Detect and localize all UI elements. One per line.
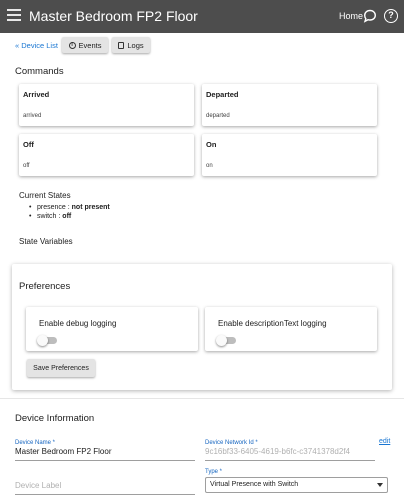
page-title: Master Bedroom FP2 Floor xyxy=(29,8,198,24)
type-label: Type * xyxy=(205,469,223,475)
debug-logging-toggle[interactable] xyxy=(37,335,57,346)
save-preferences-button[interactable]: Save Preferences xyxy=(27,359,95,377)
toggle-knob xyxy=(216,335,227,346)
pref-label: Enable debug logging xyxy=(39,319,117,328)
logs-button-label: Logs xyxy=(127,40,144,50)
device-name-label: Device Name * xyxy=(15,440,56,446)
pref-label: Enable descriptionText logging xyxy=(218,319,327,328)
current-states-list: presence : not present switch : off xyxy=(29,204,110,222)
command-name: On xyxy=(206,140,217,149)
command-departed-card[interactable]: Departed departed xyxy=(202,84,377,126)
command-value: off xyxy=(23,163,30,169)
type-select[interactable]: Virtual Presence with Switch xyxy=(205,477,388,493)
pref-description-logging-card: Enable descriptionText logging xyxy=(205,307,377,351)
top-app-bar: Master Bedroom FP2 Floor Home ? xyxy=(0,0,404,33)
network-id-label: Device Network Id * xyxy=(205,440,258,446)
state-item: switch : off xyxy=(29,213,110,222)
home-link[interactable]: Home xyxy=(339,11,363,21)
current-states-title: Current States xyxy=(19,191,71,200)
caret-down-icon xyxy=(377,483,383,487)
info-icon: i xyxy=(68,41,76,49)
command-value: departed xyxy=(206,113,230,119)
help-icon[interactable]: ? xyxy=(384,9,398,23)
pref-debug-logging-card: Enable debug logging xyxy=(26,307,198,351)
command-name: Off xyxy=(23,140,34,149)
command-name: Arrived xyxy=(23,90,50,99)
preferences-title: Preferences xyxy=(19,281,71,292)
menu-icon[interactable] xyxy=(7,9,21,23)
state-key: switch : xyxy=(37,213,61,220)
command-name: Departed xyxy=(206,90,239,99)
commands-title: Commands xyxy=(15,66,64,77)
chat-icon[interactable] xyxy=(363,9,377,23)
device-info-title: Device Information xyxy=(15,413,95,424)
command-off-card[interactable]: Off off xyxy=(19,134,194,176)
command-arrived-card[interactable]: Arrived arrived xyxy=(19,84,194,126)
state-key: presence : xyxy=(37,204,70,211)
state-value: not present xyxy=(71,204,110,211)
edit-network-id-link[interactable]: edit xyxy=(379,438,390,445)
logs-button[interactable]: Logs xyxy=(112,37,150,53)
state-value: off xyxy=(62,213,72,220)
state-variables-title: State Variables xyxy=(19,237,73,246)
description-logging-toggle[interactable] xyxy=(216,335,236,346)
events-button-label: Events xyxy=(78,40,102,50)
section-divider xyxy=(0,398,404,399)
state-item: presence : not present xyxy=(29,204,110,213)
document-icon xyxy=(118,41,125,49)
device-name-field[interactable]: Master Bedroom FP2 Floor xyxy=(15,447,195,461)
type-select-value: Virtual Presence with Switch xyxy=(210,481,299,488)
command-on-card[interactable]: On on xyxy=(202,134,377,176)
device-list-link[interactable]: « Device List xyxy=(15,41,58,50)
network-id-field[interactable]: 9c16bf33-6405-4619-b6fc-c3741378d2f4 xyxy=(205,447,375,461)
command-value: arrived xyxy=(23,113,42,119)
toggle-knob xyxy=(37,335,48,346)
device-label-field[interactable]: Device Label xyxy=(15,481,195,495)
events-button[interactable]: i Events xyxy=(62,37,108,53)
command-value: on xyxy=(206,163,213,169)
